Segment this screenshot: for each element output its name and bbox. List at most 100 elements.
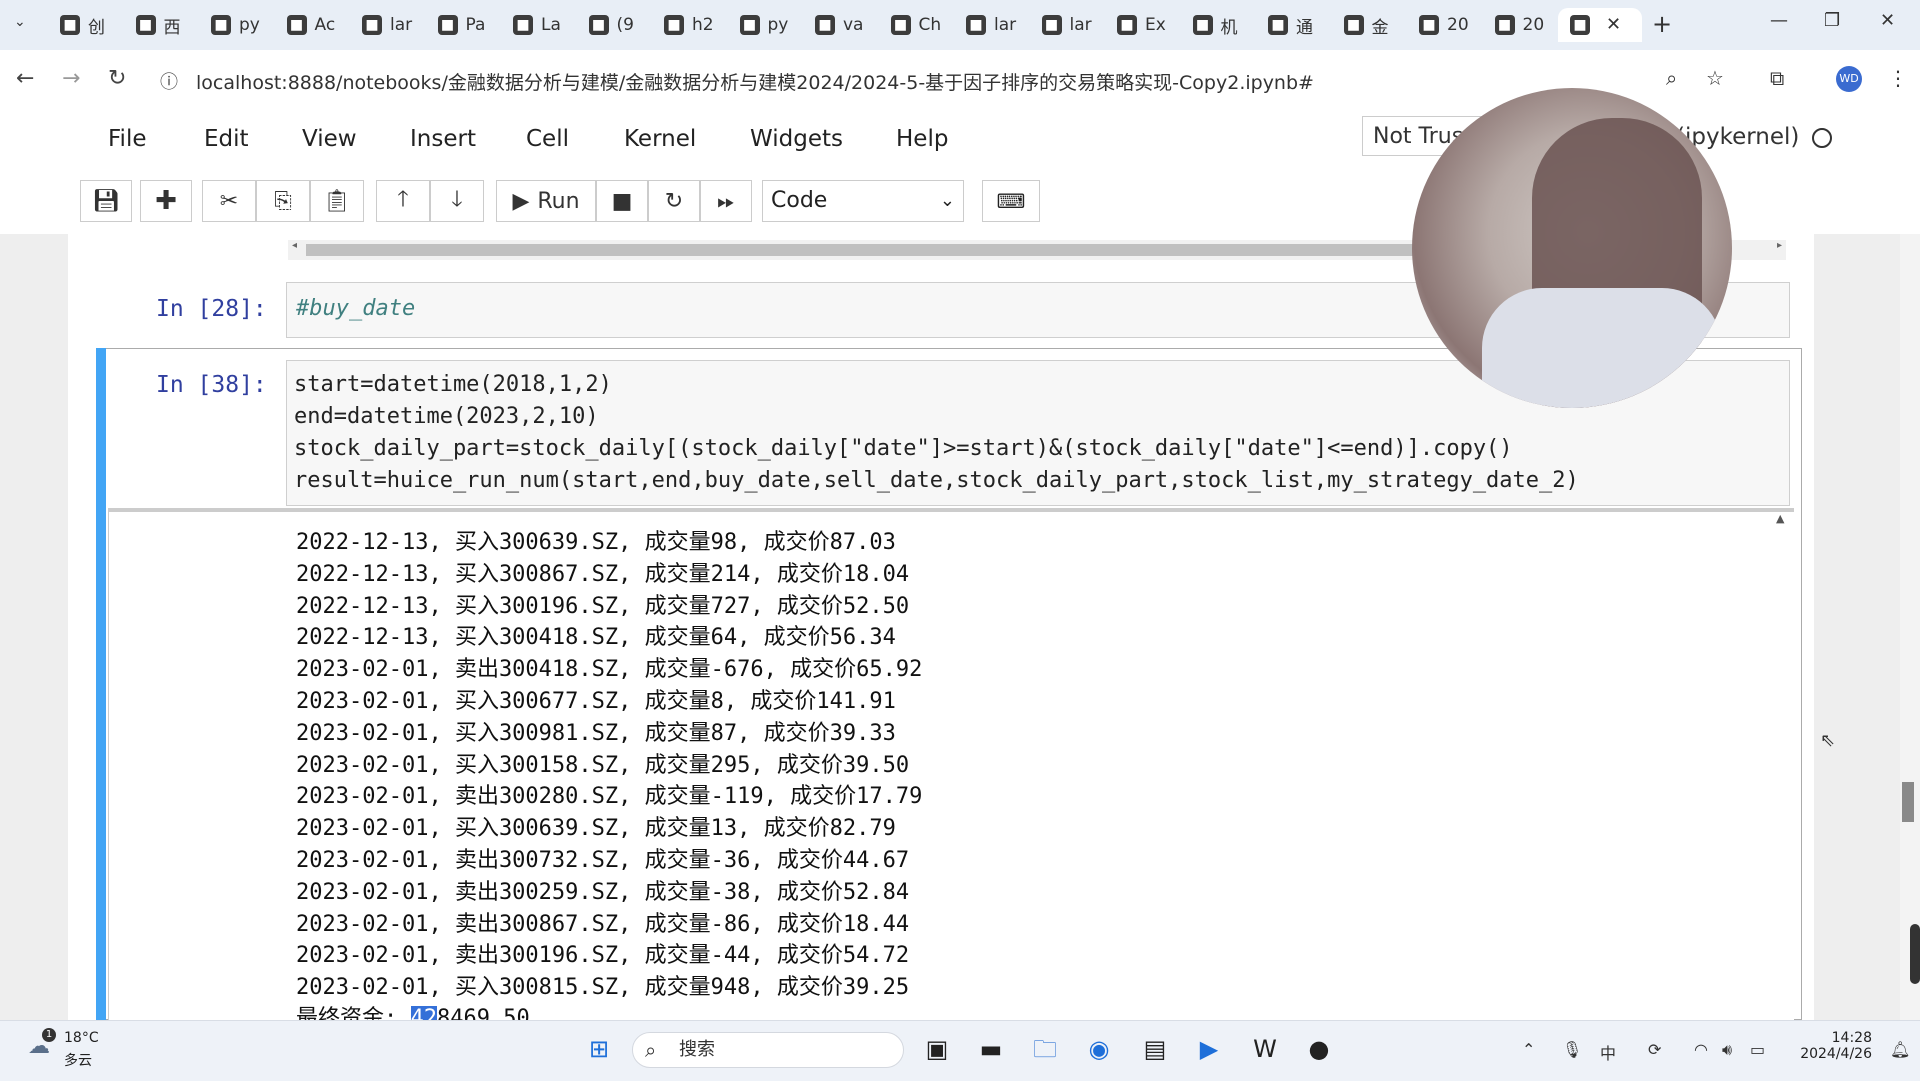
browser-tab[interactable]: ■ py xyxy=(199,8,271,42)
menu-widgets[interactable]: Widgets xyxy=(750,126,843,152)
page-scrollbar[interactable] xyxy=(1900,234,1920,1020)
site-info-icon[interactable]: ⓘ xyxy=(160,68,178,94)
folder-icon[interactable]: 🗀 xyxy=(1030,1034,1060,1064)
browser-tab[interactable]: ■ 金 xyxy=(1332,8,1404,42)
output-line: 2023-02-01, 卖出300732.SZ, 成交量-36, 成交价44.6… xyxy=(296,848,910,873)
taskbar-search[interactable]: ⌕ 搜索 xyxy=(632,1032,904,1068)
browser-tab[interactable]: ■ Ex xyxy=(1105,8,1177,42)
save-button[interactable]: 💾︎ xyxy=(80,180,132,222)
copy-button[interactable]: ⎘ xyxy=(256,180,310,222)
profile-avatar[interactable]: WD xyxy=(1836,66,1862,92)
menu-help[interactable]: Help xyxy=(896,126,948,152)
window-close-icon[interactable]: ✕ xyxy=(1880,10,1895,31)
move-down-button[interactable]: 🡓 xyxy=(430,180,484,222)
browser-tab[interactable]: ■ va xyxy=(803,8,875,42)
output-line: 2023-02-01, 卖出300280.SZ, 成交量-119, 成交价17.… xyxy=(296,784,923,810)
notebook-icon: ■ xyxy=(1419,15,1439,35)
restart-run-all-button[interactable]: ⏩︎ xyxy=(700,180,752,222)
copy-icon: ⎘ xyxy=(274,188,292,214)
tab-label: 金 xyxy=(1371,17,1389,38)
browser-tab[interactable]: ■ (9 xyxy=(577,8,649,42)
cell-type-select[interactable]: Code ⌄ xyxy=(762,180,964,222)
scrollbar-thumb[interactable] xyxy=(306,244,1506,256)
bilibili-app-icon[interactable]: ▶ xyxy=(1194,1034,1224,1064)
ime-icon[interactable]: 中 xyxy=(1600,1040,1616,1064)
browser-menu-icon[interactable]: ⋮ xyxy=(1888,66,1908,90)
restart-button[interactable]: ↻ xyxy=(648,180,700,222)
browser-tab[interactable]: ■ py xyxy=(728,8,800,42)
sync-icon[interactable]: ⟳ xyxy=(1648,1040,1661,1059)
microphone-icon[interactable]: 🎙︎ xyxy=(1562,1040,1582,1059)
browser-tab[interactable]: ■ lar xyxy=(350,8,422,42)
menu-file[interactable]: File xyxy=(108,126,147,152)
browser-tab[interactable]: ■ 创 xyxy=(48,8,120,42)
scroll-right-icon[interactable]: ▸ xyxy=(1777,240,1782,251)
tab-label: py xyxy=(767,15,789,35)
wps-icon[interactable]: W xyxy=(1250,1034,1280,1064)
zoom-icon[interactable]: ⌕ xyxy=(1666,66,1677,90)
weather-temp: 18°C xyxy=(64,1030,99,1046)
minimize-icon[interactable]: — xyxy=(1770,10,1788,31)
windows-start-icon[interactable]: ⊞ xyxy=(584,1034,614,1064)
output-scrollbar-thumb[interactable] xyxy=(1910,924,1920,984)
file-explorer-icon[interactable]: ▬ xyxy=(976,1034,1006,1064)
command-palette-button[interactable]: ⌨ xyxy=(982,180,1040,222)
arrow-up-icon: 🡑 xyxy=(397,187,409,212)
output-line: 2023-02-01, 卖出300196.SZ, 成交量-44, 成交价54.7… xyxy=(296,943,910,969)
github-icon: ■ xyxy=(211,15,231,35)
forward-icon[interactable]: → xyxy=(62,66,80,91)
recorder-icon[interactable]: ● xyxy=(1304,1034,1334,1064)
bookmark-star-icon[interactable]: ☆ xyxy=(1706,66,1724,90)
page-scrollbar-thumb[interactable] xyxy=(1902,782,1914,822)
reload-icon[interactable]: ↻ xyxy=(108,66,126,91)
chrome-icon[interactable]: ◉ xyxy=(1084,1034,1114,1064)
extensions-icon[interactable]: ⧉ xyxy=(1770,66,1784,90)
menu-view[interactable]: View xyxy=(302,126,357,152)
move-up-button[interactable]: 🡑 xyxy=(376,180,430,222)
browser-tab[interactable]: ■ 西 xyxy=(124,8,196,42)
browser-tab[interactable]: ■ lar xyxy=(954,8,1026,42)
restore-icon[interactable]: ❐ xyxy=(1824,10,1840,31)
github-icon: ■ xyxy=(815,15,835,35)
close-tab-icon[interactable]: ✕ xyxy=(1606,14,1621,35)
output-scroll-up-icon[interactable]: ▲ xyxy=(1776,512,1784,525)
interrupt-button[interactable]: ■ xyxy=(596,180,648,222)
browser-tab[interactable]: ■ Ac xyxy=(275,8,347,42)
cut-button[interactable]: ✂ xyxy=(202,180,256,222)
run-button[interactable]: ▶ Run xyxy=(496,180,596,222)
browser-tab[interactable]: ■ 机 xyxy=(1181,8,1253,42)
browser-tab[interactable]: ■ lar xyxy=(1030,8,1102,42)
browser-tab[interactable]: ■ La xyxy=(501,8,573,42)
paste-button[interactable]: 📋︎ xyxy=(310,180,364,222)
new-tab-button[interactable]: + xyxy=(1652,10,1672,38)
volume-icon[interactable]: 🔊︎ xyxy=(1722,1040,1732,1060)
menu-cell[interactable]: Cell xyxy=(526,126,569,152)
insert-cell-button[interactable]: ✚ xyxy=(140,180,192,222)
taskbar-clock[interactable]: 14:28 2024/4/26 xyxy=(1796,1030,1872,1062)
browser-tab[interactable]: ■ 通 xyxy=(1256,8,1328,42)
browser-tab[interactable]: ■ 20 xyxy=(1483,8,1555,42)
task-view-icon[interactable]: ▣ xyxy=(922,1034,952,1064)
wifi-icon[interactable]: ◠ xyxy=(1694,1040,1708,1059)
tray-chevron-up-icon[interactable]: ⌃ xyxy=(1522,1040,1535,1059)
menu-kernel[interactable]: Kernel xyxy=(624,126,696,152)
browser-tab[interactable]: ■ h2 xyxy=(652,8,724,42)
scroll-left-icon[interactable]: ◂ xyxy=(292,240,297,251)
notification-icon[interactable]: 🔔︎ xyxy=(1890,1040,1910,1059)
battery-icon[interactable]: ▭ xyxy=(1750,1040,1765,1059)
menu-insert[interactable]: Insert xyxy=(410,126,476,152)
output-line: 2023-02-01, 买入300639.SZ, 成交量13, 成交价82.79 xyxy=(296,816,896,842)
tab-search-chevron-icon[interactable]: ⌄ xyxy=(14,14,26,30)
browser-tab[interactable]: ■ xyxy=(1558,8,1642,42)
browser-tab[interactable]: ■ 20 xyxy=(1407,8,1479,42)
browser-tab[interactable]: ■ Pa xyxy=(426,8,498,42)
menu-edit[interactable]: Edit xyxy=(204,126,249,152)
output-line: 2022-12-13, 买入300418.SZ, 成交量64, 成交价56.34 xyxy=(296,625,896,651)
paste-icon: 📋︎ xyxy=(323,188,351,214)
url-field[interactable]: localhost:8888/notebooks/金融数据分析与建模/金融数据分… xyxy=(196,68,1314,95)
loading-icon: ■ xyxy=(1343,15,1364,35)
terminal-icon[interactable]: ▤ xyxy=(1140,1034,1170,1064)
chevron-down-icon: ⌄ xyxy=(939,190,955,211)
back-icon[interactable]: ← xyxy=(16,66,34,91)
browser-tab[interactable]: ■ Ch xyxy=(879,8,951,42)
